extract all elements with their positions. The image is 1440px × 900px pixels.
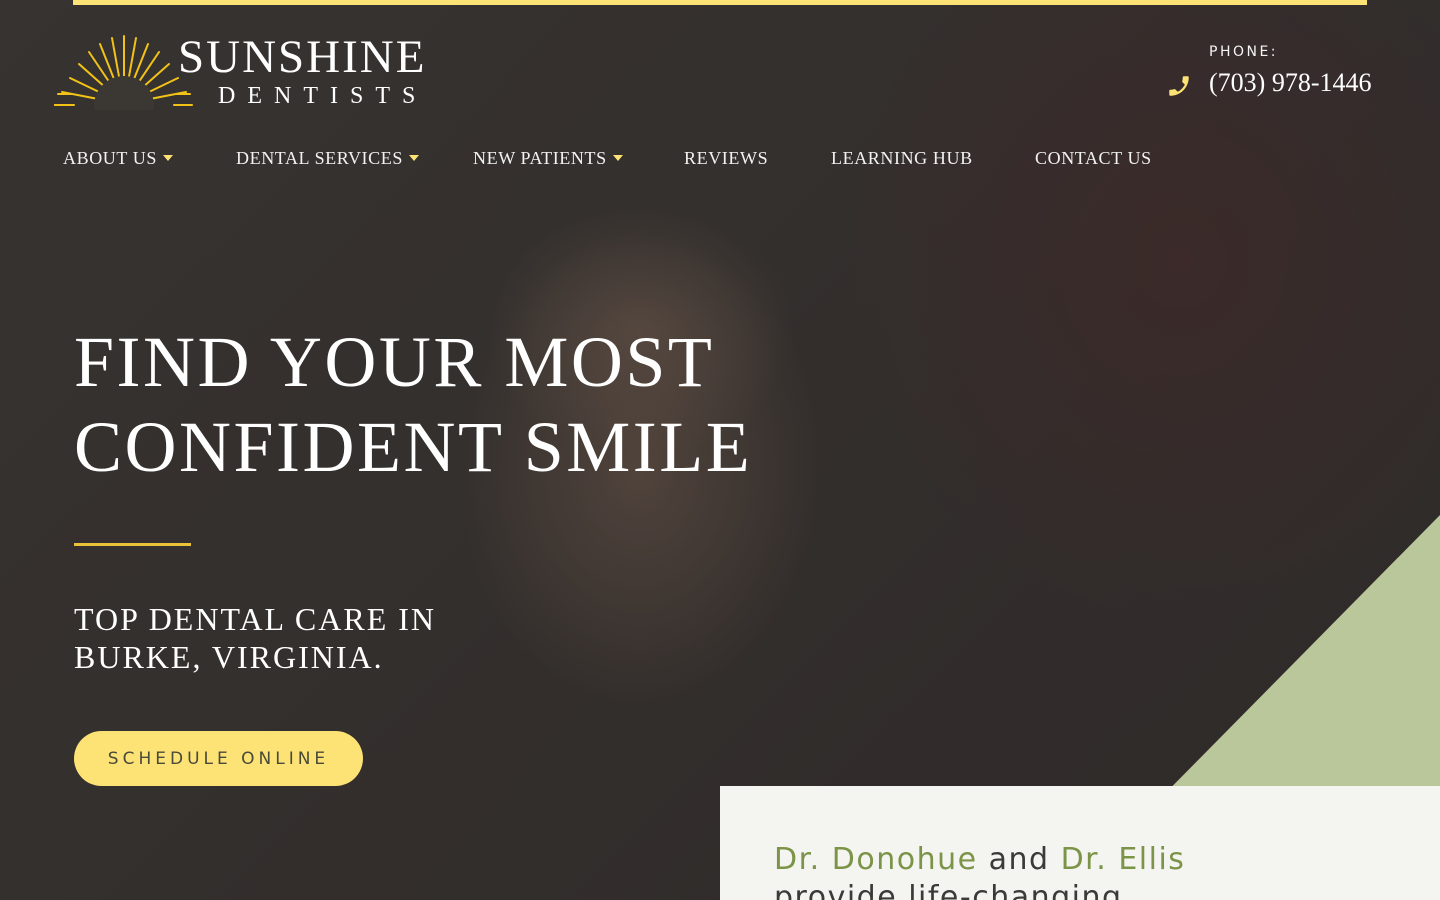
intro-text-rest: provide life-changing — [774, 880, 1123, 900]
top-accent-bar — [73, 0, 1367, 5]
logo-title: SUNSHINE — [178, 31, 427, 83]
hero-title: FIND YOUR MOST CONFIDENT SMILE — [74, 320, 834, 490]
hero-subtitle: TOP DENTAL CARE IN BURKE, VIRGINIA. — [74, 600, 494, 676]
nav-item-contact-us[interactable]: CONTACT US — [1035, 148, 1152, 169]
doctor-name-link[interactable]: Dr. Ellis — [1061, 842, 1186, 877]
chevron-down-icon — [408, 154, 419, 161]
schedule-online-button[interactable]: SCHEDULE ONLINE — [74, 731, 363, 786]
hero-subtitle-line: BURKE, VIRGINIA. — [74, 639, 384, 675]
nav-item-label: DENTAL SERVICES — [236, 148, 403, 168]
hero-subtitle-line: TOP DENTAL CARE IN — [74, 601, 437, 637]
phone-icon — [1169, 76, 1189, 96]
nav-item-label: CONTACT US — [1035, 148, 1152, 168]
phone-number-link[interactable]: (703) 978-1446 — [1209, 68, 1371, 98]
intro-text: Dr. Donohue and Dr. Ellis provide life-c… — [774, 841, 1394, 900]
hero-title-line: FIND YOUR MOST — [74, 322, 715, 402]
nav-item-dental-services[interactable]: DENTAL SERVICES — [236, 148, 419, 169]
hero-divider — [74, 543, 191, 546]
hero-title-line: CONFIDENT SMILE — [74, 407, 753, 487]
chevron-down-icon — [612, 154, 623, 161]
doctor-name-link[interactable]: Dr. Donohue — [774, 842, 978, 877]
chevron-down-icon — [162, 154, 173, 161]
nav-item-label: REVIEWS — [684, 148, 769, 168]
nav-item-label: NEW PATIENTS — [473, 148, 607, 168]
nav-item-new-patients[interactable]: NEW PATIENTS — [473, 148, 623, 169]
nav-item-label: ABOUT US — [63, 148, 157, 168]
sun-logo-icon — [54, 35, 193, 110]
site-logo[interactable]: SUNSHINE DENTISTS — [54, 34, 454, 110]
nav-item-learning-hub[interactable]: LEARNING HUB — [831, 148, 973, 169]
logo-tagline: DENTISTS — [218, 83, 428, 109]
nav-item-about-us[interactable]: ABOUT US — [63, 148, 173, 169]
phone-label: PHONE: — [1209, 44, 1279, 60]
intro-card: Dr. Donohue and Dr. Ellis provide life-c… — [720, 786, 1440, 900]
nav-item-reviews[interactable]: REVIEWS — [684, 148, 768, 169]
intro-conjunction: and — [977, 842, 1061, 877]
nav-item-label: LEARNING HUB — [831, 148, 973, 168]
